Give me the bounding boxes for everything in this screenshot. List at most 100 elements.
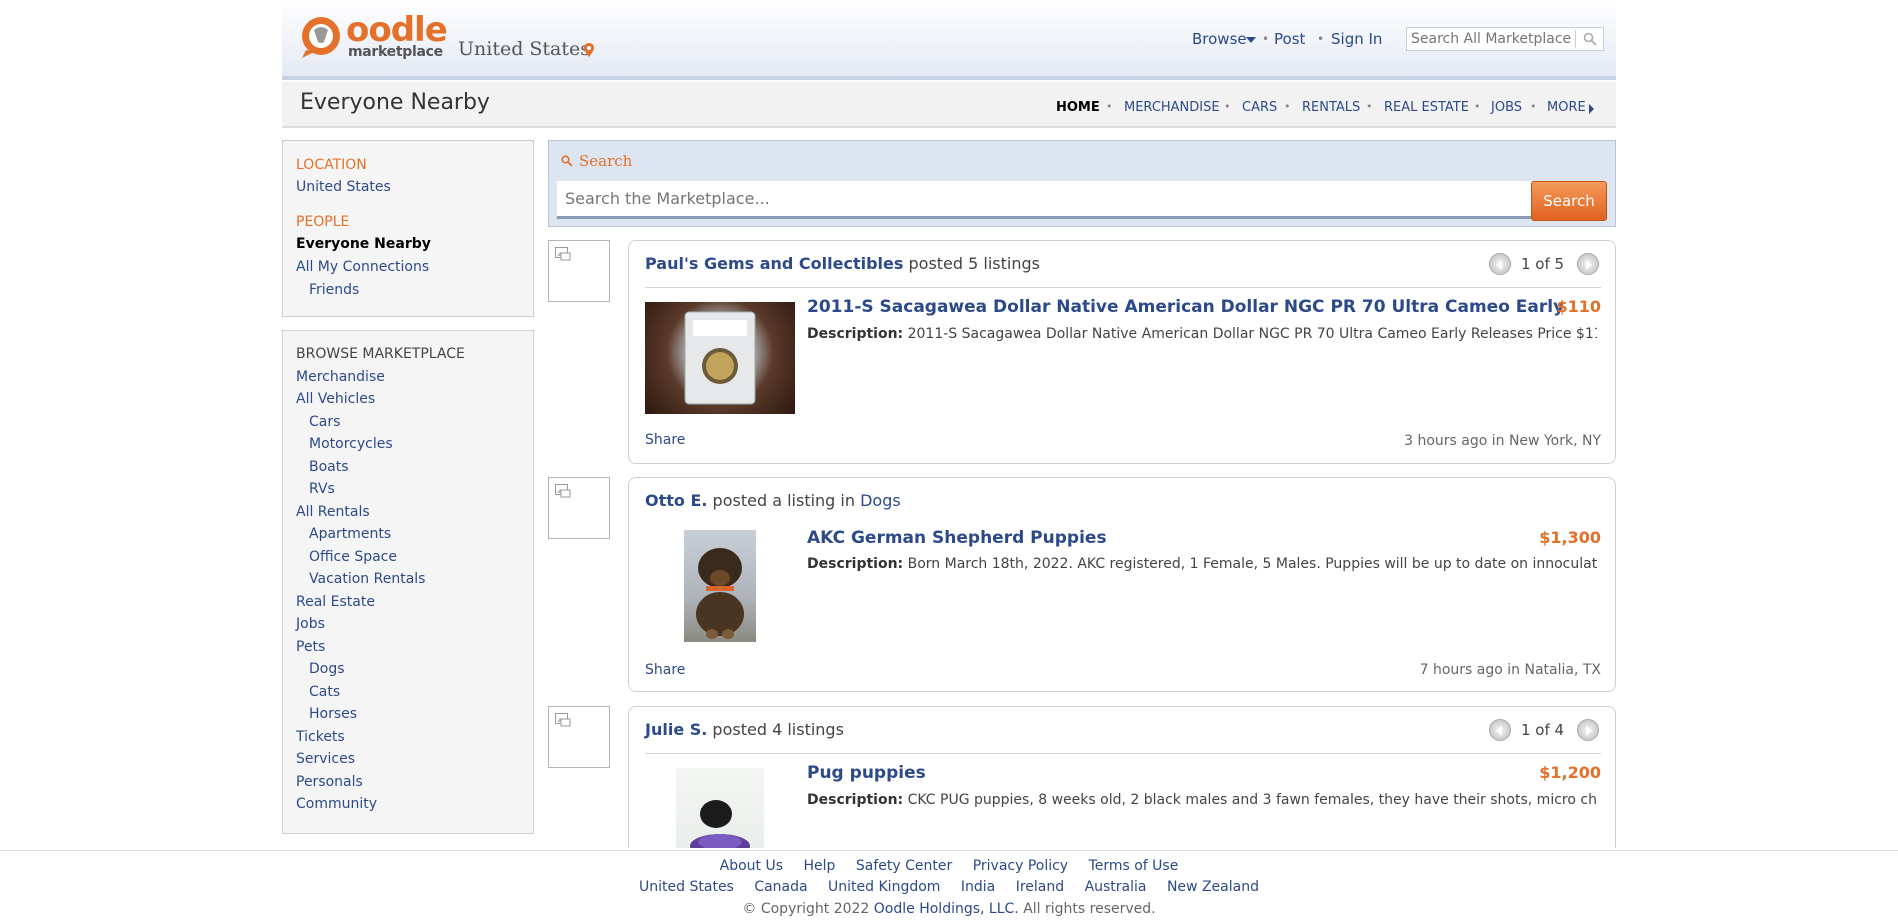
location-pin-icon[interactable]	[584, 43, 594, 57]
pager-next-button[interactable]	[1577, 253, 1599, 275]
sidebar-item-boats[interactable]: Boats	[309, 459, 349, 475]
oodle-logo[interactable]: oodle marketplace	[300, 10, 460, 62]
tab-cars[interactable]: CARS	[1242, 100, 1277, 115]
logo-icon	[302, 17, 340, 58]
sidebar-item-jobs[interactable]: Jobs	[296, 616, 325, 632]
country-link[interactable]: Australia	[1085, 879, 1147, 895]
description-label: Description:	[807, 326, 904, 342]
browse-heading: BROWSE MARKETPLACE	[296, 346, 465, 362]
nav-separator: •	[1366, 100, 1373, 113]
sidebar-item-community[interactable]: Community	[296, 796, 377, 812]
avatar[interactable]	[548, 477, 610, 539]
footer-link-help[interactable]: Help	[804, 858, 836, 874]
sidebar-item-cats[interactable]: Cats	[309, 684, 340, 700]
country-link[interactable]: Canada	[754, 879, 807, 895]
pager-prev-button[interactable]	[1489, 253, 1511, 275]
sidebar-item-motorcycles[interactable]: Motorcycles	[309, 436, 393, 452]
country-link[interactable]: Ireland	[1016, 879, 1064, 895]
listing-thumbnail[interactable]	[645, 302, 795, 414]
sidebar-item-office-space[interactable]: Office Space	[309, 549, 397, 565]
poster-action: posted 5 listings	[903, 254, 1040, 273]
listing-title[interactable]: Pug puppies	[807, 763, 926, 783]
feed-card: Otto E. posted a listing in Dogs AKC Ger…	[628, 477, 1616, 692]
sidebar-item-location[interactable]: United States	[296, 179, 391, 195]
footer-link-privacy[interactable]: Privacy Policy	[973, 858, 1068, 874]
poster-name[interactable]: Paul's Gems and Collectibles	[645, 254, 903, 273]
listing-title[interactable]: 2011-S Sacagawea Dollar Native American …	[807, 297, 1567, 317]
country-link[interactable]: India	[961, 879, 995, 895]
listing-thumbnail[interactable]	[676, 768, 764, 848]
sidebar-item-all-vehicles[interactable]: All Vehicles	[296, 391, 375, 407]
sidebar-item-rvs[interactable]: RVs	[309, 481, 335, 497]
avatar[interactable]	[548, 706, 610, 768]
nav-separator: •	[1224, 100, 1231, 113]
category-link[interactable]: Dogs	[860, 491, 901, 510]
search-icon[interactable]	[1583, 32, 1597, 46]
copyright-suffix: All rights reserved.	[1018, 901, 1156, 917]
sidebar-item-all-connections[interactable]: All My Connections	[296, 259, 429, 275]
title-bar: Everyone Nearby HOME • MERCHANDISE • CAR…	[282, 82, 1616, 128]
sidebar-item-cars[interactable]: Cars	[309, 414, 340, 430]
tab-real-estate[interactable]: REAL ESTATE	[1384, 100, 1469, 115]
sidebar-item-real-estate[interactable]: Real Estate	[296, 594, 375, 610]
card-divider	[645, 287, 1601, 288]
browse-menu[interactable]: Browse	[1192, 30, 1247, 48]
search-divider	[1575, 30, 1576, 48]
sidebar-item-friends[interactable]: Friends	[309, 282, 359, 298]
sidebar-item-personals[interactable]: Personals	[296, 774, 363, 790]
sidebar-item-merchandise[interactable]: Merchandise	[296, 369, 385, 385]
company-link[interactable]: Oodle Holdings, LLC.	[874, 901, 1019, 917]
marketplace-search-input[interactable]	[557, 181, 1531, 219]
tab-home[interactable]: HOME	[1056, 100, 1100, 115]
feed-card: Julie S. posted 4 listings 1 of 4 Pug pu…	[628, 706, 1616, 848]
post-time-location: 3 hours ago in New York, NY	[1404, 433, 1601, 449]
listing-price: $110	[1556, 297, 1601, 316]
sidebar-item-dogs[interactable]: Dogs	[309, 661, 345, 677]
tab-rentals[interactable]: RENTALS	[1302, 100, 1360, 115]
image-placeholder-icon	[555, 713, 571, 727]
description-label: Description:	[807, 792, 904, 808]
sidebar-item-apartments[interactable]: Apartments	[309, 526, 391, 542]
poster-name[interactable]: Otto E.	[645, 491, 707, 510]
sidebar-item-tickets[interactable]: Tickets	[296, 729, 345, 745]
poster-name[interactable]: Julie S.	[645, 720, 707, 739]
page-title: Everyone Nearby	[300, 90, 490, 115]
listing-title[interactable]: AKC German Shepherd Puppies	[807, 528, 1107, 548]
listing-thumbnail[interactable]	[684, 530, 756, 642]
sign-in-link[interactable]: Sign In	[1331, 30, 1382, 48]
sidebar-item-pets[interactable]: Pets	[296, 639, 325, 655]
arrow-right-icon[interactable]	[1589, 104, 1594, 114]
avatar[interactable]	[548, 240, 610, 302]
search-panel-label: Search	[579, 152, 633, 170]
pager-prev-button[interactable]	[1489, 719, 1511, 741]
header-location[interactable]: United States	[458, 38, 590, 60]
footer-link-safety[interactable]: Safety Center	[856, 858, 952, 874]
global-search-input[interactable]	[1411, 30, 1571, 48]
pager-count: 1 of 5	[1521, 255, 1565, 273]
global-search	[1406, 27, 1604, 51]
country-link[interactable]: United Kingdom	[828, 879, 940, 895]
country-link[interactable]: New Zealand	[1167, 879, 1259, 895]
search-button[interactable]: Search	[1531, 181, 1607, 221]
feed-poster-line: Paul's Gems and Collectibles posted 5 li…	[645, 254, 1040, 273]
tab-merchandise[interactable]: MERCHANDISE	[1124, 100, 1220, 115]
share-link[interactable]: Share	[645, 432, 685, 448]
puppy-image	[696, 548, 744, 639]
pager-next-button[interactable]	[1577, 719, 1599, 741]
sidebar-item-horses[interactable]: Horses	[309, 706, 357, 722]
card-divider	[645, 753, 1601, 754]
copyright: © Copyright 2022 Oodle Holdings, LLC. Al…	[0, 901, 1898, 917]
sidebar-item-services[interactable]: Services	[296, 751, 355, 767]
sidebar-item-all-rentals[interactable]: All Rentals	[296, 504, 370, 520]
tab-jobs[interactable]: JOBS	[1491, 100, 1522, 115]
post-link[interactable]: Post	[1274, 30, 1305, 48]
country-link[interactable]: United States	[639, 879, 734, 895]
chevron-down-icon[interactable]	[1246, 37, 1256, 43]
sidebar-item-vacation-rentals[interactable]: Vacation Rentals	[309, 571, 425, 587]
footer-link-terms[interactable]: Terms of Use	[1089, 858, 1179, 874]
sidebar-item-everyone-nearby[interactable]: Everyone Nearby	[296, 236, 431, 252]
share-link[interactable]: Share	[645, 662, 685, 678]
search-icon	[561, 155, 573, 167]
footer-link-about[interactable]: About Us	[720, 858, 783, 874]
tab-more[interactable]: MORE	[1547, 100, 1586, 115]
